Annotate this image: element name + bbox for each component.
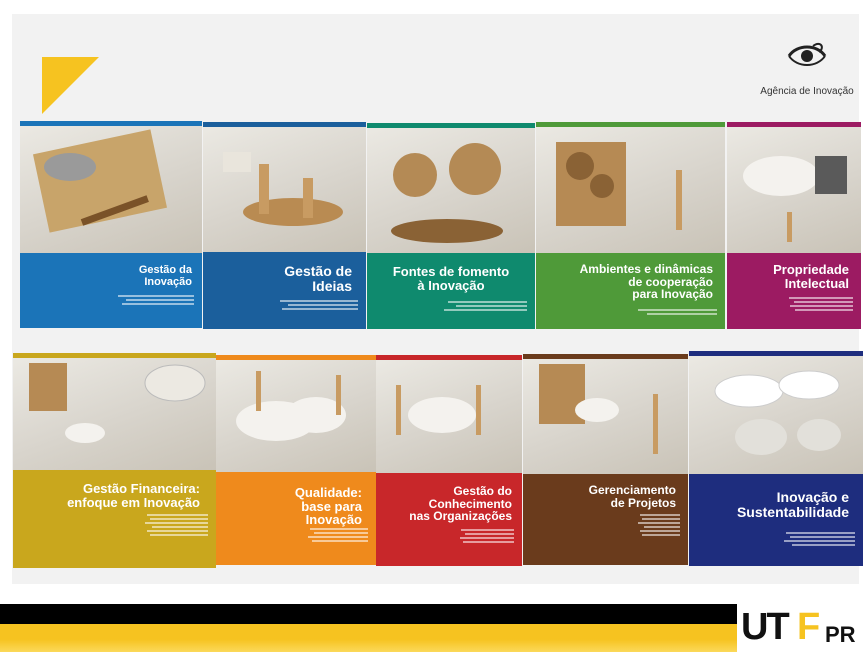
slide: Agência de Inovação Gestão da Inovação G… [0, 0, 865, 652]
book-cover-gerenciamento-de-projetos: Gerenciamento de Projetos [523, 354, 688, 565]
footer-black-bar [0, 604, 865, 624]
book-title-band: Gerenciamento de Projetos [523, 474, 688, 565]
book-title-band: Gestão Financeira: enfoque em Inovação [13, 470, 216, 568]
book-title-band: Propriedade Intelectual [727, 253, 861, 329]
book-title: Fontes de fomento à Inovação [392, 264, 510, 293]
book-title: Gestão do Conhecimento nas Organizações [409, 484, 512, 524]
utfpr-logo-f: F [797, 606, 820, 648]
book-authors [773, 297, 853, 313]
book-title: Qualidade: base para Inovação [294, 485, 362, 528]
book-title-band: Fontes de fomento à Inovação [367, 253, 535, 329]
book-cover-inovacao-e-sustentabilidade: Inovação e Sustentabilidade [689, 351, 863, 566]
book-cover-gestao-de-ideias: Gestão de Ideias [203, 122, 366, 329]
book-authors [260, 300, 358, 312]
book-cover-gestao-financeira: Gestão Financeira: enfoque em Inovação [13, 353, 216, 568]
book-cover-gestao-da-inovacao: Gestão da Inovação [20, 121, 202, 328]
book-title: Gerenciamento de Projetos [588, 483, 676, 510]
book-title: Gestão de Ideias [284, 263, 352, 294]
book-authors [581, 514, 680, 538]
book-cover-ambientes-e-dinamicas: Ambientes e dinâmicas de cooperação para… [536, 122, 725, 329]
book-authors [86, 514, 208, 538]
book-title: Ambientes e dinâmicas de cooperação para… [579, 262, 713, 302]
book-authors [272, 528, 368, 544]
book-cover-gestao-do-conhecimento: Gestão do Conhecimento nas Organizações [376, 355, 522, 566]
footer-yellow-bar [0, 624, 865, 652]
book-authors [426, 301, 527, 313]
book-cover-propriedade-intelectual: Propriedade Intelectual [727, 122, 861, 329]
book-cover-fontes-de-fomento: Fontes de fomento à Inovação [367, 123, 535, 329]
agencia-logo: Agência de Inovação [752, 36, 862, 108]
book-title-band: Ambientes e dinâmicas de cooperação para… [536, 253, 725, 329]
book-title-band: Gestão de Ideias [203, 252, 366, 329]
book-cover-qualidade: Qualidade: base para Inovação [216, 355, 376, 565]
book-title: Gestão Financeira: enfoque em Inovação [67, 481, 200, 510]
book-title-band: Inovação e Sustentabilidade [689, 474, 863, 566]
book-authors [426, 529, 514, 545]
utfpr-logo: UT F PR [737, 604, 865, 652]
book-title-band: Gestão do Conhecimento nas Organizações [376, 473, 522, 566]
book-title-band: Gestão da Inovação [20, 253, 202, 328]
book-authors [751, 532, 855, 548]
book-authors [604, 309, 717, 317]
book-title: Inovação e Sustentabilidade [736, 489, 849, 520]
eye-swirl-icon [787, 42, 827, 66]
book-authors [85, 295, 194, 307]
book-title: Gestão da Inovação [138, 264, 192, 288]
logo-text: Agência de Inovação [760, 86, 854, 97]
book-title: Propriedade Intelectual [773, 262, 849, 291]
utfpr-logo-pr: PR [825, 622, 856, 647]
utfpr-logo-ut: UT [741, 606, 790, 648]
book-title-band: Qualidade: base para Inovação [216, 472, 376, 565]
